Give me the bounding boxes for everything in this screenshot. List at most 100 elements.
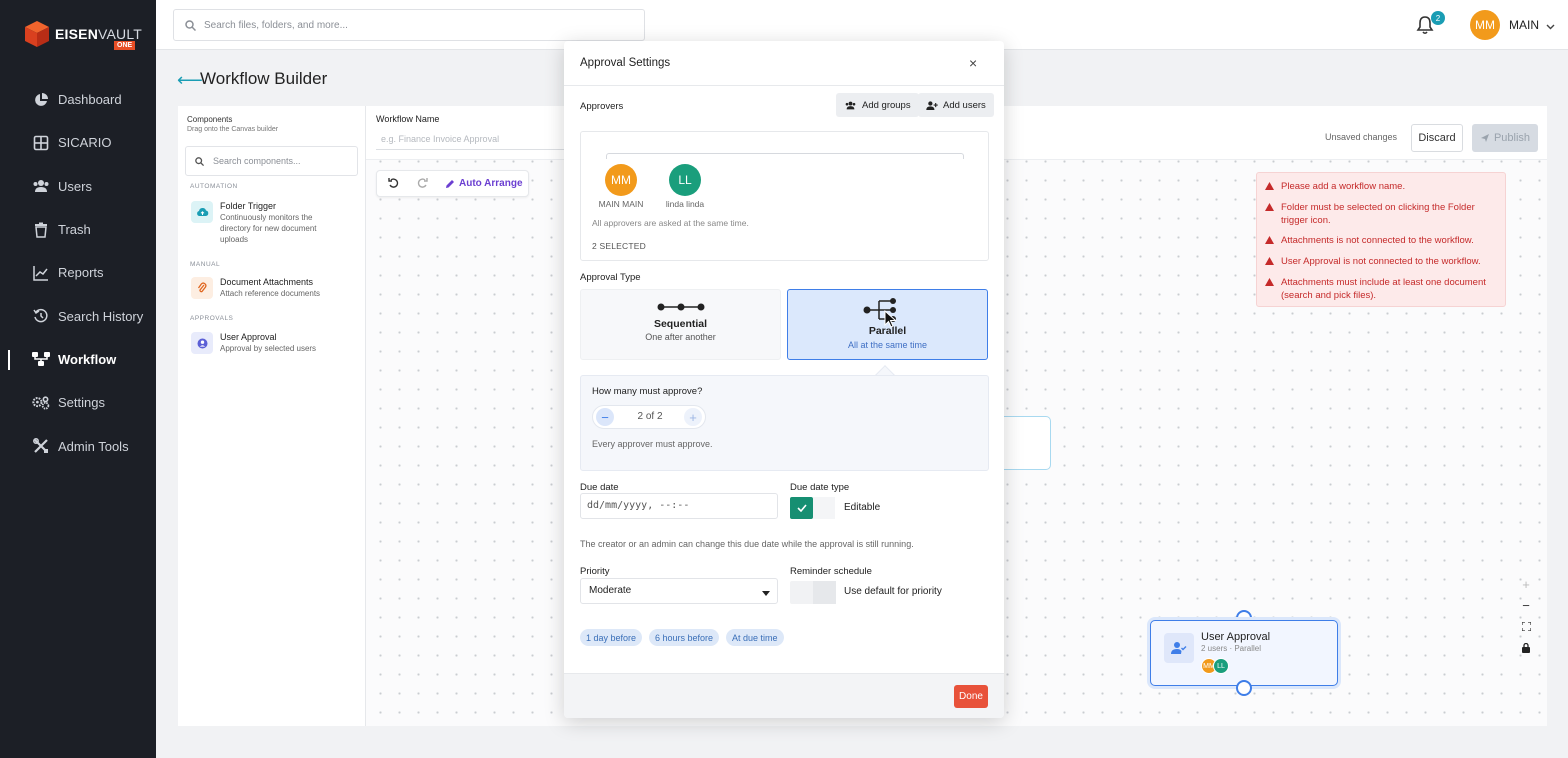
quantity-stepper: − 2 of 2 +: [592, 405, 706, 429]
auto-arrange-button[interactable]: Auto Arrange: [445, 178, 523, 189]
brand-name: EISENVAULT: [55, 26, 143, 42]
error-item: Attachments must include at least one do…: [1265, 276, 1497, 302]
component-user-approval[interactable]: User Approval Approval by selected users: [191, 332, 330, 354]
history-icon: [32, 307, 50, 325]
sidebar-item-label: Settings: [58, 395, 105, 411]
user-approval-node[interactable]: User Approval 2 users · Parallel MM LL: [1150, 620, 1338, 686]
auto-arrange-label: Auto Arrange: [459, 178, 523, 189]
component-folder-trigger[interactable]: Folder Trigger Continuously monitors the…: [191, 201, 330, 245]
avatar[interactable]: MM: [1470, 10, 1500, 40]
sidebar-item-sicario[interactable]: SICARIO: [0, 121, 156, 164]
avatar: LL: [1213, 658, 1229, 674]
check-icon: [796, 504, 807, 512]
discard-button[interactable]: Discard: [1411, 124, 1463, 152]
add-groups-label: Add groups: [862, 99, 911, 111]
user-name[interactable]: MAIN: [1509, 18, 1539, 32]
undo-icon[interactable]: [388, 177, 400, 192]
pencil-icon: [446, 179, 454, 188]
done-button[interactable]: Done: [954, 685, 988, 708]
caret-down-icon: [762, 591, 770, 596]
workflow-name-input[interactable]: e.g. Finance Invoice Approval: [376, 130, 566, 150]
component-title: Document Attachments: [220, 277, 314, 287]
chevron-down-icon[interactable]: [1546, 19, 1555, 33]
reminder-label: Reminder schedule: [790, 566, 872, 577]
sidebar-item-label: Trash: [58, 222, 91, 238]
avatar[interactable]: MM: [605, 164, 637, 196]
component-document-attachments[interactable]: Document Attachments Attach reference do…: [191, 277, 330, 299]
checkbox-track: [813, 497, 835, 519]
component-desc: Continuously monitors the directory for …: [220, 213, 317, 244]
sidebar-item-search-history[interactable]: Search History: [0, 294, 156, 337]
reminder-chip[interactable]: At due time: [726, 629, 784, 646]
node-output-handle[interactable]: [1236, 680, 1252, 696]
lock-icon[interactable]: [1515, 637, 1537, 658]
component-title: User Approval: [220, 332, 277, 342]
fit-view-icon[interactable]: [1515, 616, 1537, 637]
pie-chart-icon: [32, 91, 50, 109]
back-arrow-icon[interactable]: ⟵: [177, 70, 203, 91]
sidebar-item-admin-tools[interactable]: Admin Tools: [0, 424, 156, 467]
type-title: Sequential: [653, 318, 708, 330]
sidebar-item-settings[interactable]: Settings: [0, 381, 156, 424]
trash-icon: [32, 221, 50, 239]
mouse-cursor-icon: [884, 309, 897, 331]
publish-label: Publish: [1493, 132, 1531, 144]
gears-icon: [32, 394, 50, 412]
due-date-input[interactable]: dd/mm/yyyy, --:--: [580, 493, 778, 519]
approval-type-sequential[interactable]: Sequential One after another: [580, 289, 781, 360]
error-item: Attachments is not connected to the work…: [1265, 234, 1497, 248]
component-title: Folder Trigger: [220, 201, 277, 211]
selected-count: 2 SELECTED: [592, 241, 646, 251]
canvas-node-partial[interactable]: [1000, 416, 1051, 470]
workflow-name-label: Workflow Name: [376, 114, 440, 124]
global-search-input[interactable]: Search files, folders, and more...: [173, 9, 645, 41]
approver-name: linda linda: [665, 199, 705, 209]
zoom-out-icon[interactable]: −: [1515, 595, 1537, 616]
warning-icon: [1265, 201, 1275, 227]
due-date-note: The creator or an admin can change this …: [580, 539, 914, 549]
logo-cube-icon: [24, 20, 50, 48]
reminder-chip[interactable]: 6 hours before: [649, 629, 720, 646]
reminder-toggle[interactable]: [790, 581, 836, 604]
paperclip-icon: [191, 277, 213, 299]
add-users-button[interactable]: Add users: [918, 93, 994, 117]
user-plus-icon: [926, 100, 938, 110]
publish-button[interactable]: Publish: [1472, 124, 1538, 152]
approvers-list: MM MAIN MAIN LL linda linda All approver…: [580, 131, 989, 261]
type-subtitle: All at the same time: [847, 340, 928, 350]
approval-threshold-panel: How many must approve? − 2 of 2 + Every …: [580, 375, 989, 471]
error-item: Please add a workflow name.: [1265, 180, 1497, 194]
canvas-toolbar: Auto Arrange: [376, 170, 529, 197]
component-desc: Approval by selected users: [220, 344, 317, 353]
close-icon[interactable]: ×: [969, 55, 977, 71]
modal-title: Approval Settings: [580, 57, 671, 69]
increment-button[interactable]: +: [684, 408, 702, 426]
sidebar-item-label: Dashboard: [58, 92, 122, 108]
users-icon: [845, 101, 856, 109]
approver-search-field[interactable]: [606, 153, 964, 159]
zoom-in-icon[interactable]: +: [1515, 574, 1537, 595]
sidebar-item-reports[interactable]: Reports: [0, 251, 156, 294]
reminder-chip[interactable]: 1 day before: [580, 629, 643, 646]
approval-type-label: Approval Type: [580, 272, 641, 283]
line-chart-icon: [32, 264, 50, 282]
sidebar-item-label: Workflow: [58, 351, 117, 367]
add-users-label: Add users: [943, 99, 986, 111]
sidebar-item-users[interactable]: Users: [0, 165, 156, 208]
component-search-input[interactable]: Search components...: [185, 146, 358, 176]
component-desc: Attach reference documents: [220, 289, 321, 298]
sidebar-item-dashboard[interactable]: Dashboard: [0, 78, 156, 121]
sidebar-item-trash[interactable]: Trash: [0, 208, 156, 251]
validation-errors: Please add a workflow name. Folder must …: [1256, 172, 1506, 307]
sidebar-item-workflow[interactable]: Workflow: [0, 338, 156, 381]
components-title: Components: [187, 115, 233, 124]
editable-checkbox[interactable]: [790, 497, 813, 519]
modal-footer: Done: [564, 673, 1004, 718]
approver-name: MAIN MAIN: [598, 199, 644, 209]
priority-select[interactable]: Moderate: [580, 578, 778, 604]
section-approvals: APPROVALS: [190, 315, 234, 322]
avatar[interactable]: LL: [669, 164, 701, 196]
cloud-upload-icon: [191, 201, 213, 223]
add-groups-button[interactable]: Add groups: [836, 93, 919, 117]
redo-icon[interactable]: [416, 177, 428, 192]
